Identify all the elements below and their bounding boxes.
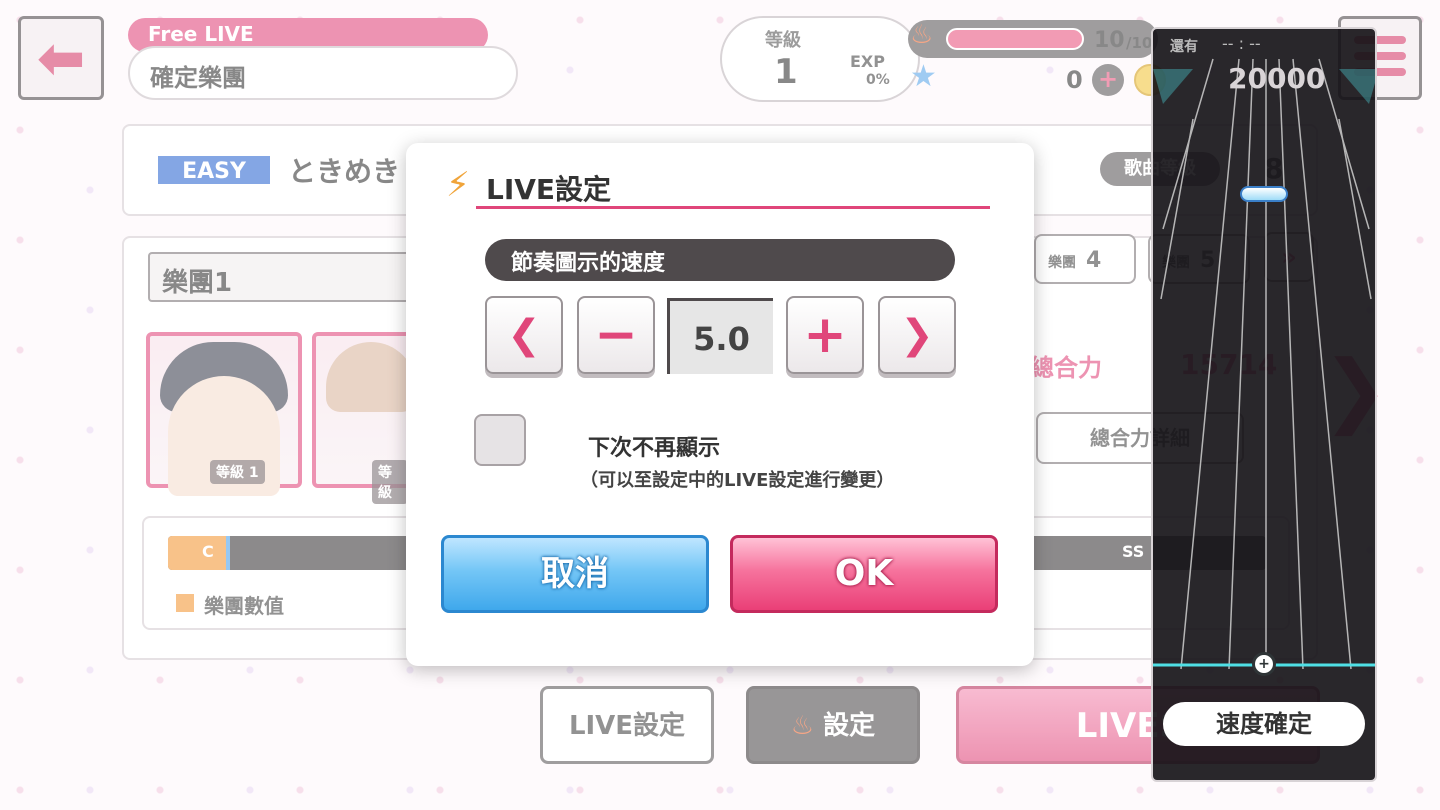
time-remaining-value: -- : -- — [1222, 34, 1261, 53]
speed-prev-button[interactable]: ❮ — [485, 296, 563, 374]
speed-next-button[interactable]: ❯ — [878, 296, 956, 374]
speed-increase-button[interactable]: + — [786, 296, 864, 374]
dialog-title: LIVE設定 — [486, 173, 612, 206]
speed-value: 5.0 — [667, 298, 773, 374]
speed-confirm-button[interactable]: 速度確定 — [1163, 702, 1365, 746]
title-divider — [476, 206, 990, 209]
lightning-icon: ⚡ — [446, 165, 470, 205]
minus-icon: − — [594, 305, 638, 365]
ok-button[interactable]: OK — [730, 535, 998, 613]
cancel-button[interactable]: 取消 — [441, 535, 709, 613]
preview-note — [1240, 186, 1288, 202]
preview-score: 20000 — [1228, 62, 1326, 95]
dont-show-again-label: 下次不再顯示 — [588, 436, 721, 461]
time-remaining-label: 還有 — [1170, 39, 1198, 55]
chevron-right-icon: ❯ — [900, 312, 934, 358]
speed-section-header: 節奏圖示的速度 — [485, 239, 955, 281]
dont-show-again-checkbox[interactable] — [474, 414, 526, 466]
judgement-line-handle[interactable]: + — [1252, 652, 1276, 676]
chevron-left-icon: ❮ — [507, 312, 541, 358]
speed-decrease-button[interactable]: − — [577, 296, 655, 374]
dont-show-again-note: （可以至設定中的LIVE設定進行變更） — [580, 470, 895, 491]
plus-icon: + — [803, 305, 847, 365]
